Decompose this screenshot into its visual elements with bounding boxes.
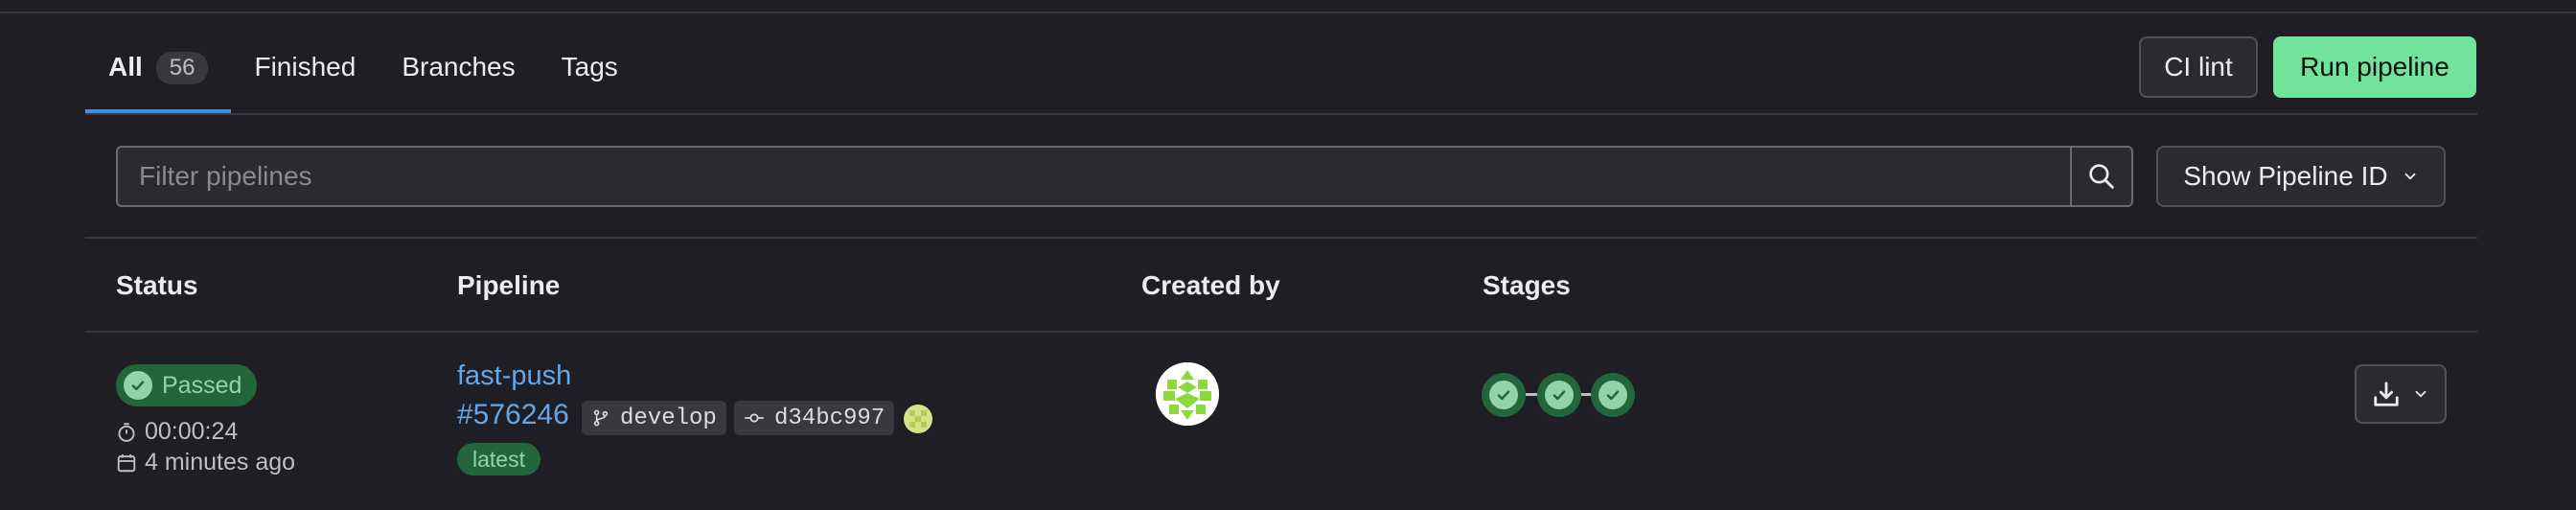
- finished-time: 4 minutes ago: [116, 449, 295, 476]
- branch-chip[interactable]: develop: [582, 401, 726, 435]
- run-pipeline-button[interactable]: Run pipeline: [2273, 36, 2476, 98]
- filter-input[interactable]: [118, 160, 2070, 193]
- tabs-divider: [85, 113, 2477, 115]
- tab-all-label: All: [108, 52, 143, 81]
- creator-avatar[interactable]: [1156, 362, 1219, 426]
- duration-text: 00:00:24: [145, 418, 239, 445]
- commit-sha: d34bc997: [774, 405, 886, 431]
- header-bottom-divider: [85, 331, 2477, 333]
- check-circle-icon: [124, 371, 152, 400]
- show-pipeline-id-dropdown[interactable]: Show Pipeline ID: [2156, 146, 2446, 207]
- commit-author-avatar[interactable]: [904, 405, 932, 433]
- search-icon: [2089, 164, 2114, 189]
- download-artifacts-button[interactable]: [2355, 364, 2447, 424]
- show-pipeline-id-label: Show Pipeline ID: [2183, 161, 2388, 191]
- pipeline-tabs: All 56 Finished Branches Tags: [85, 35, 641, 113]
- commit-icon: [745, 413, 764, 423]
- latest-badge: latest: [457, 443, 540, 475]
- timer-icon: [118, 422, 135, 442]
- branch-icon: [593, 409, 609, 427]
- ci-lint-button[interactable]: CI lint: [2139, 36, 2258, 98]
- check-icon: [1489, 381, 1518, 409]
- header-stages: Stages: [1483, 270, 1571, 300]
- check-icon: [1598, 381, 1627, 409]
- header-pipeline: Pipeline: [457, 270, 561, 300]
- tab-all[interactable]: All 56: [85, 35, 232, 113]
- tab-tags[interactable]: Tags: [539, 35, 641, 96]
- status-label: Passed: [162, 371, 242, 399]
- branch-name: develop: [620, 405, 717, 431]
- stage-1-passed[interactable]: [1482, 373, 1526, 417]
- chevron-down-icon: [2415, 390, 2426, 398]
- check-icon: [1545, 381, 1574, 409]
- tab-branches[interactable]: Branches: [379, 35, 538, 96]
- stage-3-passed[interactable]: [1591, 373, 1635, 417]
- chevron-down-icon: [2404, 173, 2416, 180]
- header-top-divider: [85, 237, 2477, 239]
- search-button[interactable]: [2070, 148, 2131, 205]
- pipeline-name-link[interactable]: fast-push: [457, 360, 571, 392]
- status-badge[interactable]: Passed: [116, 364, 258, 406]
- top-divider: [0, 12, 2576, 13]
- finished-text: 4 minutes ago: [145, 449, 296, 475]
- stage-connector: [1526, 393, 1537, 396]
- pipeline-id-link[interactable]: #576246: [457, 399, 569, 431]
- calendar-icon: [117, 453, 136, 472]
- duration: 00:00:24: [116, 418, 238, 446]
- stage-2-passed[interactable]: [1537, 373, 1581, 417]
- commit-chip[interactable]: d34bc997: [734, 401, 895, 435]
- tab-finished[interactable]: Finished: [231, 35, 379, 96]
- tab-all-count: 56: [155, 52, 209, 84]
- header-created-by: Created by: [1141, 270, 1280, 300]
- download-icon: [2374, 382, 2399, 406]
- filter-bar: [116, 146, 2133, 207]
- header-status: Status: [116, 270, 198, 300]
